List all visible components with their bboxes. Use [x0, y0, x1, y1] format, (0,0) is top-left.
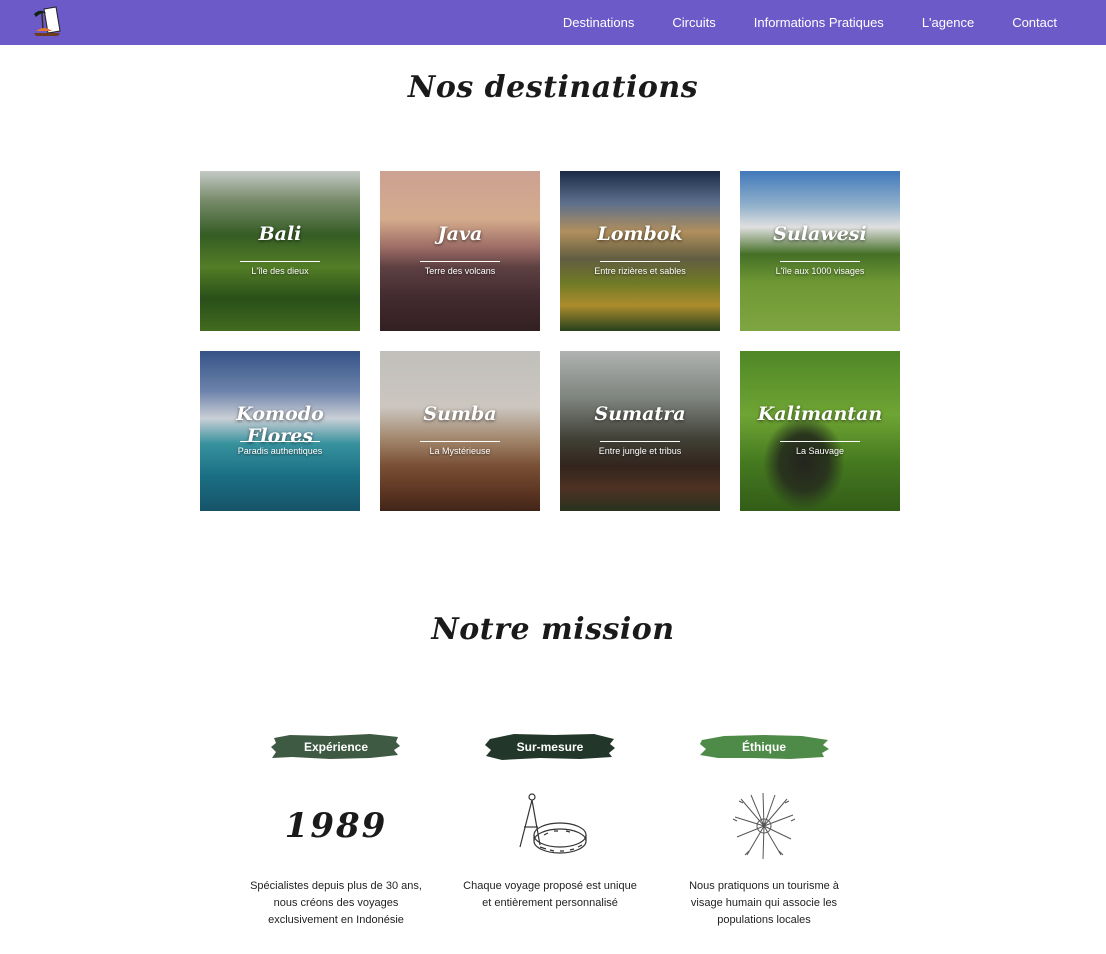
nav-informations-pratiques[interactable]: Informations Pratiques: [735, 15, 903, 30]
destination-card-komodo-flores[interactable]: Komodo Flores Paradis authentiques: [200, 351, 360, 511]
brush-badge-sur-mesure: Sur-mesure: [484, 730, 616, 764]
card-subtitle: La Mystérieuse: [429, 446, 491, 456]
card-divider: [420, 441, 500, 442]
year-visual: 1989: [236, 784, 436, 868]
destination-card-kalimantan[interactable]: Kalimantan La Sauvage: [740, 351, 900, 511]
navbar: Destinations Circuits Informations Prati…: [0, 0, 1106, 45]
card-divider: [420, 261, 500, 262]
badge-label: Éthique: [742, 740, 786, 754]
mission-text-experience: Spécialistes depuis plus de 30 ans, nous…: [250, 880, 422, 926]
destination-card-sumatra[interactable]: Sumatra Entre jungle et tribus: [560, 351, 720, 511]
card-title: Lombok: [597, 223, 683, 245]
card-subtitle: La Sauvage: [795, 446, 845, 456]
card-subtitle: Entre jungle et tribus: [598, 446, 682, 456]
destination-card-sumba[interactable]: Sumba La Mystérieuse: [380, 351, 540, 511]
mission-sur-mesure: Sur-mesure Chaque voyage proposé est uni…: [450, 730, 650, 912]
destinations-grid: Bali L'île des dieux Java Terre des volc…: [200, 171, 900, 511]
mission-ethique: Éthique Nous pratiquons un tourisme à vi…: [664, 730, 864, 929]
brush-badge-experience: Expérience: [270, 730, 402, 764]
year-1989: 1989: [284, 806, 388, 846]
destination-card-sulawesi[interactable]: Sulawesi L'île aux 1000 visages: [740, 171, 900, 331]
nav-destinations[interactable]: Destinations: [544, 15, 654, 30]
card-divider: [780, 441, 860, 442]
card-subtitle: L'île des dieux: [251, 266, 309, 276]
card-title: Java: [437, 223, 483, 245]
compass-measuring-tape-icon: [450, 784, 650, 868]
mission-experience: Expérience 1989 Spécialistes depuis plus…: [236, 730, 436, 929]
compass-tape-icon: [519, 793, 587, 854]
hands-together-icon: [664, 784, 864, 868]
card-subtitle: Paradis authentiques: [237, 446, 323, 456]
card-divider: [240, 261, 320, 262]
card-title: Bali: [258, 223, 302, 245]
logo[interactable]: [30, 5, 66, 39]
card-subtitle: Terre des volcans: [424, 266, 496, 276]
nav-contact[interactable]: Contact: [993, 15, 1076, 30]
card-title: Sulawesi: [773, 223, 867, 245]
card-title: Sumatra: [594, 403, 686, 425]
card-subtitle: Entre rizières et sables: [594, 266, 686, 276]
nav-links: Destinations Circuits Informations Prati…: [544, 0, 1076, 45]
destination-card-lombok[interactable]: Lombok Entre rizières et sables: [560, 171, 720, 331]
badge-label: Sur-mesure: [516, 740, 584, 754]
card-title: Kalimantan: [757, 403, 883, 425]
mission-text-ethique: Nous pratiquons un tourisme à visage hum…: [689, 880, 839, 926]
card-divider: [780, 261, 860, 262]
card-subtitle: L'île aux 1000 visages: [775, 266, 865, 276]
hands-icon: [732, 792, 796, 860]
destinations-title: Nos destinations: [407, 70, 699, 105]
card-divider: [600, 261, 680, 262]
mission-title: Notre mission: [431, 612, 675, 647]
card-divider: [600, 441, 680, 442]
nav-agence[interactable]: L'agence: [903, 15, 993, 30]
destination-card-bali[interactable]: Bali L'île des dieux: [200, 171, 360, 331]
badge-label: Expérience: [303, 740, 369, 754]
destination-card-java[interactable]: Java Terre des volcans: [380, 171, 540, 331]
nav-circuits[interactable]: Circuits: [653, 15, 734, 30]
mission-text-sur-mesure: Chaque voyage proposé est unique et enti…: [463, 880, 637, 909]
brush-badge-ethique: Éthique: [698, 730, 830, 764]
card-divider: [240, 441, 320, 442]
card-title: Sumba: [423, 403, 497, 425]
